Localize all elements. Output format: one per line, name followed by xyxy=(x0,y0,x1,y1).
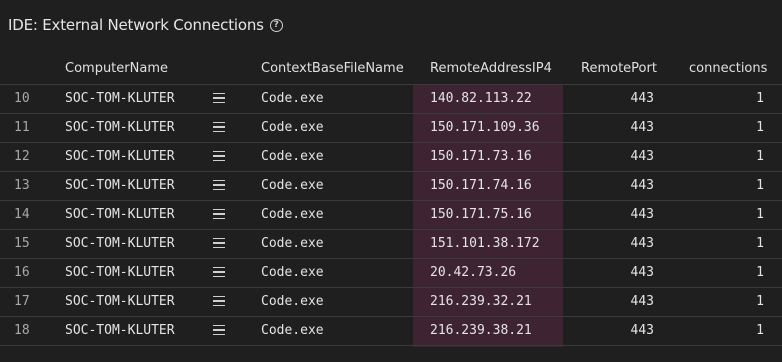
table-row[interactable]: 11 SOC-TOM-KLUTER Code.exe 150.171.109.3… xyxy=(0,114,782,143)
row-number: 16 xyxy=(14,265,30,280)
cell-connections[interactable]: 1 xyxy=(756,317,764,345)
cell-computername[interactable]: SOC-TOM-KLUTER xyxy=(65,143,175,171)
row-menu-button[interactable] xyxy=(213,85,227,113)
row-number: 17 xyxy=(14,294,30,309)
row-number: 12 xyxy=(14,149,30,164)
cell-contextbasefilename[interactable]: Code.exe xyxy=(261,85,324,113)
cell-computername[interactable]: SOC-TOM-KLUTER xyxy=(65,288,175,316)
table-header: ComputerName ContextBaseFileName RemoteA… xyxy=(0,54,782,85)
table-body: 10 SOC-TOM-KLUTER Code.exe 140.82.113.22… xyxy=(0,85,782,346)
question-circle-icon[interactable]: ? xyxy=(269,18,283,32)
hamburger-menu-icon[interactable] xyxy=(213,121,225,133)
cell-remoteport[interactable]: 443 xyxy=(631,317,654,345)
cell-remoteport[interactable]: 443 xyxy=(631,288,654,316)
cell-remoteport[interactable]: 443 xyxy=(631,259,654,287)
cell-remoteaddressip4[interactable]: 150.171.74.16 xyxy=(430,172,532,200)
cell-connections[interactable]: 1 xyxy=(756,85,764,113)
cell-computername[interactable]: SOC-TOM-KLUTER xyxy=(65,85,175,113)
table-row[interactable]: 18 SOC-TOM-KLUTER Code.exe 216.239.38.21… xyxy=(0,317,782,346)
cell-remoteport[interactable]: 443 xyxy=(631,85,654,113)
cell-connections[interactable]: 1 xyxy=(756,201,764,229)
cell-remoteaddressip4[interactable]: 140.82.113.22 xyxy=(430,85,532,113)
cell-remoteport[interactable]: 443 xyxy=(631,230,654,258)
table-row[interactable]: 12 SOC-TOM-KLUTER Code.exe 150.171.73.16… xyxy=(0,143,782,172)
cell-connections[interactable]: 1 xyxy=(756,172,764,200)
cell-contextbasefilename[interactable]: Code.exe xyxy=(261,172,324,200)
column-header-remoteport[interactable]: RemotePort xyxy=(581,54,657,84)
cell-remoteport[interactable]: 443 xyxy=(631,201,654,229)
row-menu-button[interactable] xyxy=(213,172,227,200)
column-header-computername[interactable]: ComputerName xyxy=(65,54,168,84)
row-number: 10 xyxy=(14,91,30,106)
table-row[interactable]: 10 SOC-TOM-KLUTER Code.exe 140.82.113.22… xyxy=(0,85,782,114)
row-number: 18 xyxy=(14,323,30,338)
cell-connections[interactable]: 1 xyxy=(756,114,764,142)
cell-computername[interactable]: SOC-TOM-KLUTER xyxy=(65,201,175,229)
cell-contextbasefilename[interactable]: Code.exe xyxy=(261,230,324,258)
table-row[interactable]: 15 SOC-TOM-KLUTER Code.exe 151.101.38.17… xyxy=(0,230,782,259)
cell-contextbasefilename[interactable]: Code.exe xyxy=(261,201,324,229)
hamburger-menu-icon[interactable] xyxy=(213,150,225,162)
cell-remoteport[interactable]: 443 xyxy=(631,143,654,171)
cell-remoteport[interactable]: 443 xyxy=(631,114,654,142)
cell-contextbasefilename[interactable]: Code.exe xyxy=(261,259,324,287)
cell-computername[interactable]: SOC-TOM-KLUTER xyxy=(65,114,175,142)
cell-computername[interactable]: SOC-TOM-KLUTER xyxy=(65,230,175,258)
hamburger-menu-icon[interactable] xyxy=(213,208,225,220)
cell-computername[interactable]: SOC-TOM-KLUTER xyxy=(65,317,175,345)
row-menu-button[interactable] xyxy=(213,230,227,258)
cell-contextbasefilename[interactable]: Code.exe xyxy=(261,288,324,316)
cell-remoteaddressip4[interactable]: 20.42.73.26 xyxy=(430,259,516,287)
cell-connections[interactable]: 1 xyxy=(756,230,764,258)
row-menu-button[interactable] xyxy=(213,114,227,142)
row-menu-button[interactable] xyxy=(213,317,227,345)
cell-remoteaddressip4[interactable]: 150.171.75.16 xyxy=(430,201,532,229)
hamburger-menu-icon[interactable] xyxy=(213,295,225,307)
row-menu-button[interactable] xyxy=(213,259,227,287)
cell-connections[interactable]: 1 xyxy=(756,259,764,287)
row-menu-button[interactable] xyxy=(213,288,227,316)
cell-remoteaddressip4[interactable]: 216.239.38.21 xyxy=(430,317,532,345)
cell-contextbasefilename[interactable]: Code.exe xyxy=(261,114,324,142)
row-number: 15 xyxy=(14,236,30,251)
row-number: 13 xyxy=(14,178,30,193)
cell-remoteaddressip4[interactable]: 216.239.32.21 xyxy=(430,288,532,316)
cell-remoteaddressip4[interactable]: 150.171.73.16 xyxy=(430,143,532,171)
cell-computername[interactable]: SOC-TOM-KLUTER xyxy=(65,172,175,200)
table-row[interactable]: 17 SOC-TOM-KLUTER Code.exe 216.239.32.21… xyxy=(0,288,782,317)
row-number: 14 xyxy=(14,207,30,222)
cell-contextbasefilename[interactable]: Code.exe xyxy=(261,143,324,171)
hamburger-menu-icon[interactable] xyxy=(213,92,225,104)
results-table: ComputerName ContextBaseFileName RemoteA… xyxy=(0,54,782,346)
row-menu-button[interactable] xyxy=(213,201,227,229)
column-header-remoteaddressip4[interactable]: RemoteAddressIP4 xyxy=(430,54,552,84)
hamburger-menu-icon[interactable] xyxy=(213,324,225,336)
cell-connections[interactable]: 1 xyxy=(756,143,764,171)
table-row[interactable]: 13 SOC-TOM-KLUTER Code.exe 150.171.74.16… xyxy=(0,172,782,201)
panel-title: IDE: External Network Connections xyxy=(8,16,264,34)
cell-remoteport[interactable]: 443 xyxy=(631,172,654,200)
cell-contextbasefilename[interactable]: Code.exe xyxy=(261,317,324,345)
column-header-connections[interactable]: connections xyxy=(689,54,767,84)
cell-remoteaddressip4[interactable]: 150.171.109.36 xyxy=(430,114,540,142)
table-row[interactable]: 14 SOC-TOM-KLUTER Code.exe 150.171.75.16… xyxy=(0,201,782,230)
hamburger-menu-icon[interactable] xyxy=(213,179,225,191)
hamburger-menu-icon[interactable] xyxy=(213,237,225,249)
cell-remoteaddressip4[interactable]: 151.101.38.172 xyxy=(430,230,540,258)
cell-connections[interactable]: 1 xyxy=(756,288,764,316)
hamburger-menu-icon[interactable] xyxy=(213,266,225,278)
table-row[interactable]: 16 SOC-TOM-KLUTER Code.exe 20.42.73.26 4… xyxy=(0,259,782,288)
row-number: 11 xyxy=(14,120,30,135)
column-header-contextbasefilename[interactable]: ContextBaseFileName xyxy=(261,54,404,84)
cell-computername[interactable]: SOC-TOM-KLUTER xyxy=(65,259,175,287)
panel-header: IDE: External Network Connections ? xyxy=(8,14,283,36)
row-menu-button[interactable] xyxy=(213,143,227,171)
